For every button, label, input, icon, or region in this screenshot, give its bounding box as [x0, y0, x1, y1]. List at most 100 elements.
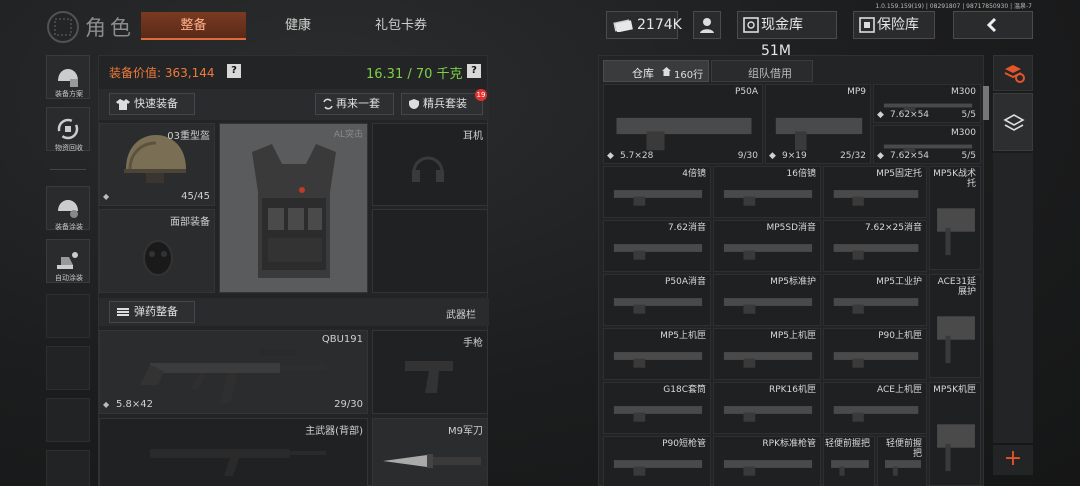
tab-storage[interactable]: 仓库 160行 [603, 60, 709, 82]
warehouse-item[interactable]: MP5SD消音 [713, 220, 821, 272]
item-name: MP9 [847, 87, 866, 97]
warehouse-item[interactable]: MP5上机匣 [603, 328, 711, 380]
item-name: 16倍镜 [786, 169, 816, 179]
item-name: MP5上机匣 [660, 331, 706, 341]
item-name: MP5上机匣 [770, 331, 816, 341]
again-label: 再来一套 [336, 97, 380, 110]
knife-slot[interactable]: M9军刀 [372, 418, 488, 486]
warehouse-scrollbar[interactable] [983, 86, 989, 120]
item-image [723, 406, 813, 422]
warehouse-item[interactable]: 轻便前握把 [877, 436, 927, 486]
warehouse-item[interactable]: M300 7.62×54 ◆ 5/5 [873, 84, 981, 123]
ammo-type-icon: ◆ [877, 151, 884, 161]
item-name: M300 [951, 87, 976, 97]
item-image [937, 208, 975, 256]
pistol-slot[interactable]: 手枪 [372, 330, 488, 414]
warehouse-item[interactable]: G18C套筒 [603, 382, 711, 434]
empty-gear-slot[interactable] [372, 209, 488, 293]
shield-icon [409, 99, 419, 109]
ammo-prep-button[interactable]: 弹药整备 [109, 301, 195, 323]
warehouse-item[interactable]: RPK标准枪管 [713, 436, 821, 486]
soldier-avatar-icon [700, 18, 714, 33]
warehouse-item[interactable]: MP5固定托 [823, 166, 927, 218]
auto-paint-icon [57, 252, 78, 269]
warehouse-item[interactable]: P90短枪管 [603, 436, 711, 486]
warehouse-item[interactable]: M300 7.62×54 ◆ 5/5 [873, 125, 981, 164]
face-slot[interactable]: 面部装备 [99, 209, 215, 293]
warehouse-item[interactable]: MP5K机匣 [929, 382, 981, 486]
warehouse-item[interactable]: 4倍镜 [603, 166, 711, 218]
value-help-icon[interactable]: ? [227, 64, 241, 78]
item-image [613, 460, 703, 476]
elite-badge: 19 [475, 89, 487, 101]
warehouse-item[interactable]: ACE31延展护 [929, 274, 981, 378]
sort-button[interactable] [993, 55, 1033, 91]
sidebar-empty-slot [46, 294, 90, 338]
warehouse-item[interactable]: RPK16机匣 [713, 382, 821, 434]
face-mask-icon [143, 240, 173, 276]
item-name: 7.62×25消音 [864, 223, 922, 233]
money-display[interactable]: 2174K [606, 11, 682, 39]
item-image [831, 460, 869, 476]
warehouse-item[interactable]: ACE上机匣 [823, 382, 927, 434]
elite-set-button[interactable]: 精兵套装 [401, 93, 483, 115]
ammo-prep-label: 弹药整备 [134, 305, 178, 318]
item-image [775, 117, 863, 151]
warehouse-item[interactable]: P50A 5.7×28 ◆ 9/30 [603, 84, 763, 164]
face-label: 面部装备 [170, 217, 210, 228]
avatar-button[interactable] [693, 11, 721, 39]
item-name: RPK标准枪管 [762, 439, 816, 449]
helmet-slot[interactable]: 03重型盔 ◆ 45/45 [99, 123, 215, 206]
item-image [613, 190, 703, 206]
safe-box-button[interactable]: 保险库 [853, 11, 935, 39]
warehouse-item[interactable]: MP9 9×19 ◆ 25/32 [765, 84, 871, 164]
warehouse-item[interactable]: MP5K战术托 [929, 166, 981, 270]
storage-rows: 160行 [674, 70, 704, 81]
item-ammo-count: 25/32 [840, 151, 866, 161]
item-name: P50A消音 [664, 277, 706, 287]
safe-box-label: 保险库 [877, 17, 919, 33]
warehouse-item[interactable]: MP5标准护 [713, 274, 821, 326]
equipment-panel: 装备价值: 363,144 ? 16.31 / 70 千克 ? 快速装备 再来一… [98, 55, 489, 486]
tab-team-borrow[interactable]: 组队借用 [711, 60, 813, 82]
warehouse-item[interactable]: 轻便前握把 [823, 436, 875, 486]
pistol-label: 手枪 [463, 338, 483, 349]
back-weapon-slot[interactable]: 主武器(背部) [99, 418, 368, 486]
primary-weapon-slot[interactable]: QBU191 ◆ 5.8×42 29/30 [99, 330, 368, 414]
tab-gift-coupon[interactable]: 礼包卡券 [352, 12, 450, 40]
item-image [833, 190, 919, 206]
back-weapon-label: 主武器(背部) [305, 426, 363, 437]
item-image [613, 406, 703, 422]
warehouse-item[interactable]: 7.62消音 [603, 220, 711, 272]
earphone-label: 耳机 [463, 131, 483, 142]
quick-equip-button[interactable]: 快速装备 [109, 93, 195, 115]
item-name: MP5固定托 [876, 169, 922, 179]
weight-help-icon[interactable]: ? [467, 64, 481, 78]
item-image [723, 190, 813, 206]
organize-button[interactable] [993, 93, 1033, 151]
knife-name: M9军刀 [448, 426, 483, 437]
again-button[interactable]: 再来一套 [315, 93, 394, 115]
warehouse-item[interactable]: 7.62×25消音 [823, 220, 927, 272]
warehouse-item[interactable]: MP5工业护 [823, 274, 927, 326]
primary-weapon-name: QBU191 [321, 334, 363, 345]
item-image [723, 298, 813, 314]
item-image [723, 352, 813, 368]
weapon-bar-label: 武器栏 [446, 310, 476, 321]
tab-equip[interactable]: 整备 [141, 12, 246, 40]
item-image [723, 244, 813, 260]
armor-slot[interactable]: AL突击 [219, 123, 368, 293]
item-image [833, 406, 919, 422]
back-rifle-silhouette [150, 449, 326, 476]
back-button[interactable] [953, 11, 1033, 39]
recycle-label: 物资回收 [55, 144, 83, 152]
cash-vault-button[interactable]: 现金库 51M [737, 11, 837, 59]
warehouse-item[interactable]: P50A消音 [603, 274, 711, 326]
add-icon[interactable]: + [993, 445, 1033, 475]
warehouse-item[interactable]: 16倍镜 [713, 166, 821, 218]
helmet-durability: 45/45 [181, 191, 210, 202]
warehouse-item[interactable]: MP5上机匣 [713, 328, 821, 380]
tab-health[interactable]: 健康 [262, 12, 334, 40]
warehouse-item[interactable]: P90上机匣 [823, 328, 927, 380]
earphone-slot[interactable]: 耳机 [372, 123, 488, 206]
